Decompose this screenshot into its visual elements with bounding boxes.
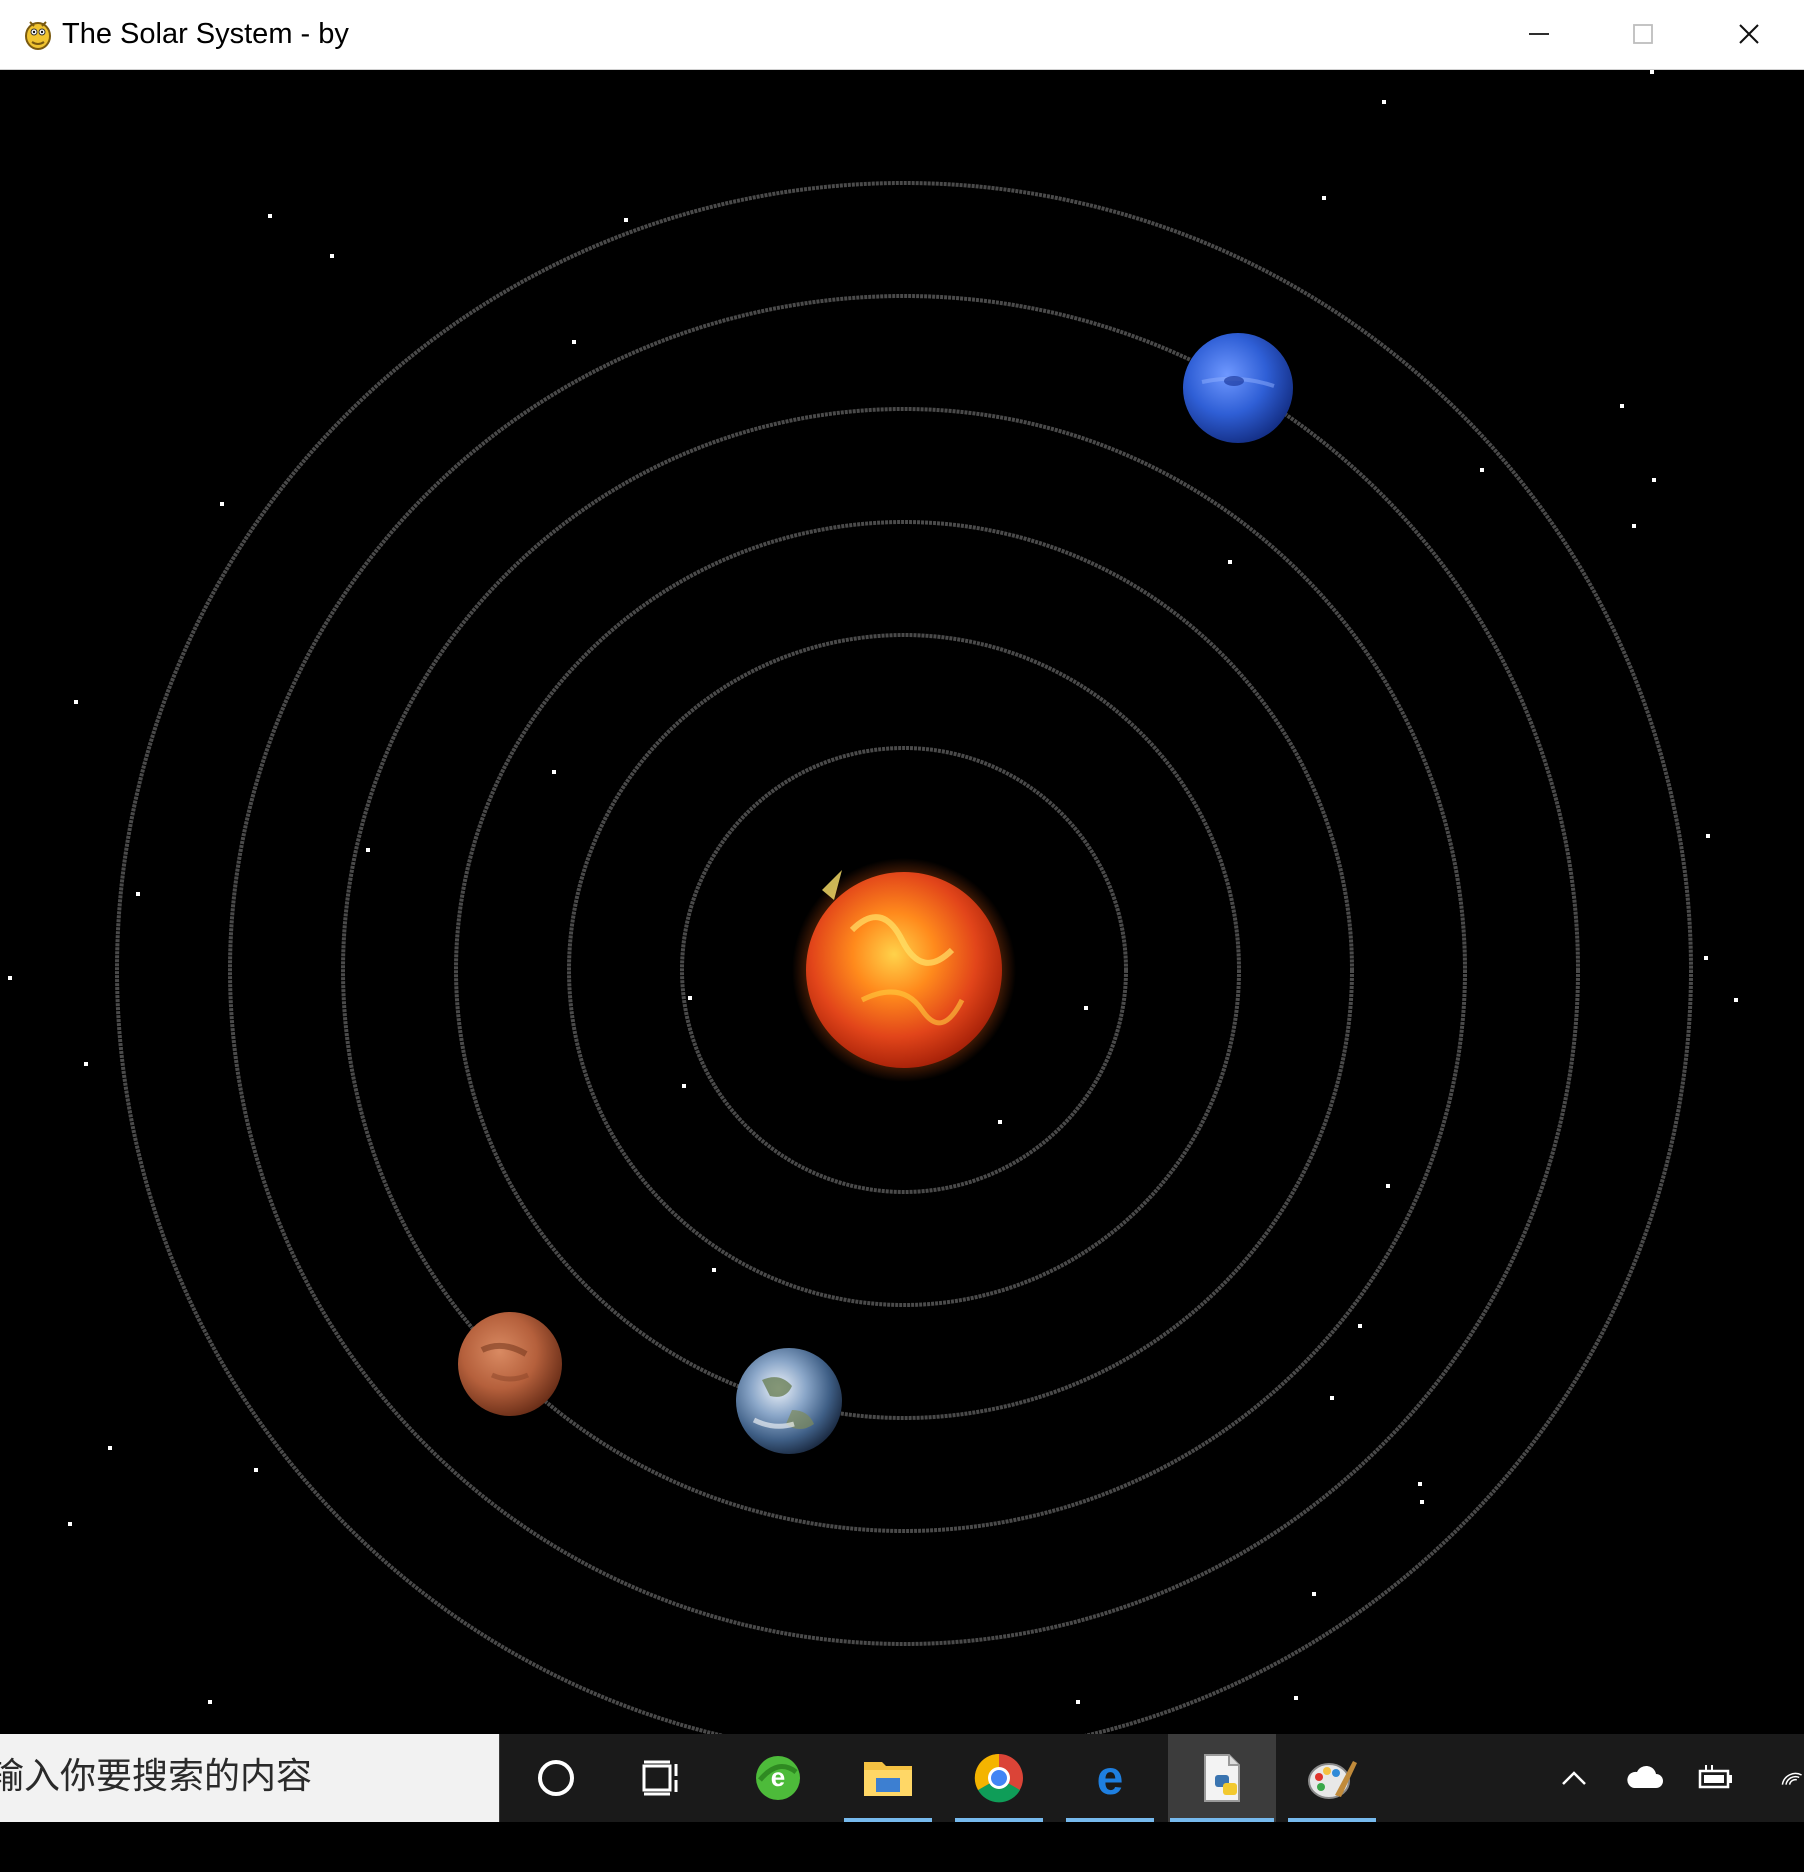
maximize-icon <box>1633 24 1653 44</box>
star <box>624 218 628 222</box>
minimize-button[interactable] <box>1486 0 1592 68</box>
onedrive-button[interactable] <box>1614 1734 1674 1822</box>
star <box>136 892 140 896</box>
star <box>998 1120 1002 1124</box>
star <box>1620 404 1624 408</box>
star <box>366 848 370 852</box>
star <box>1706 834 1710 838</box>
star <box>220 502 224 506</box>
task-view-button[interactable] <box>616 1734 708 1822</box>
network-button[interactable] <box>1760 1734 1804 1822</box>
star <box>254 1468 258 1472</box>
star <box>1480 468 1484 472</box>
file-explorer-icon <box>864 1762 912 1796</box>
maximize-button[interactable] <box>1590 0 1696 68</box>
paint-button[interactable] <box>1286 1734 1378 1822</box>
star <box>1228 560 1232 564</box>
edge-button[interactable]: e <box>1064 1734 1156 1822</box>
python-file-icon <box>1204 1754 1240 1802</box>
star <box>1358 1324 1362 1328</box>
star <box>682 1084 686 1088</box>
star <box>1418 1482 1422 1486</box>
star <box>1322 196 1326 200</box>
star <box>1382 100 1386 104</box>
star <box>1084 1006 1088 1010</box>
star <box>1632 524 1636 528</box>
star <box>330 254 334 258</box>
chrome-icon <box>974 1753 1023 1803</box>
star <box>1734 998 1738 1002</box>
mars <box>458 1312 562 1416</box>
star <box>552 770 556 774</box>
earth <box>736 1348 842 1454</box>
star <box>1420 1500 1424 1504</box>
battery-button[interactable] <box>1686 1734 1746 1822</box>
star <box>208 1700 212 1704</box>
star <box>1312 1592 1316 1596</box>
star <box>1330 1396 1334 1400</box>
title-bar[interactable]: The Solar System - by <box>0 0 1804 70</box>
ie-browser-button[interactable]: e <box>732 1734 824 1822</box>
svg-text:e: e <box>771 1762 785 1792</box>
taskbar-search-box[interactable]: 输入你要搜索的内容 <box>0 1734 500 1822</box>
paint-icon <box>1308 1761 1357 1799</box>
star <box>74 700 78 704</box>
star <box>108 1446 112 1450</box>
windows-taskbar: 输入你要搜索的内容 e e <box>0 1734 1804 1822</box>
wifi-icon <box>1781 1772 1802 1785</box>
close-icon <box>1739 24 1759 44</box>
star <box>688 996 692 1000</box>
minimize-icon <box>1529 33 1549 35</box>
task-view-icon <box>642 1760 678 1796</box>
star <box>1650 70 1654 74</box>
window-title: The Solar System - by <box>62 18 349 50</box>
chrome-button[interactable] <box>953 1734 1045 1822</box>
space-scene <box>8 70 1738 1759</box>
cortana-icon <box>538 1760 574 1796</box>
battery-icon <box>1698 1765 1732 1789</box>
edge-icon: e <box>1097 1752 1124 1804</box>
pygame-snake-icon <box>25 21 51 50</box>
sun <box>792 858 1016 1082</box>
svg-text:e: e <box>1097 1752 1124 1804</box>
star <box>84 1062 88 1066</box>
star <box>1652 478 1656 482</box>
screen-bottom-edge <box>0 1822 1804 1872</box>
star <box>68 1522 72 1526</box>
close-button[interactable] <box>1696 0 1802 68</box>
python-file-button[interactable] <box>1168 1734 1276 1822</box>
star <box>1704 956 1708 960</box>
star <box>572 340 576 344</box>
star <box>8 976 12 980</box>
search-placeholder[interactable]: 输入你要搜索的内容 <box>0 1754 312 1800</box>
star <box>1294 1696 1298 1700</box>
file-explorer-button[interactable] <box>842 1734 934 1822</box>
cortana-button[interactable] <box>510 1734 602 1822</box>
star <box>1386 1184 1390 1188</box>
ie-browser-icon: e <box>756 1756 800 1800</box>
solar-system-window: The Solar System - by 输入你要搜索的内容 e e <box>0 0 1804 1872</box>
solar-system-canvas[interactable] <box>2 70 1804 1759</box>
star <box>268 214 272 218</box>
onedrive-cloud-icon <box>1627 1765 1663 1788</box>
star <box>1076 1700 1080 1704</box>
neptune <box>1183 333 1293 443</box>
show-hidden-icons-button[interactable] <box>1544 1734 1604 1822</box>
star <box>712 1268 716 1272</box>
chevron-up-icon <box>1562 1771 1586 1785</box>
